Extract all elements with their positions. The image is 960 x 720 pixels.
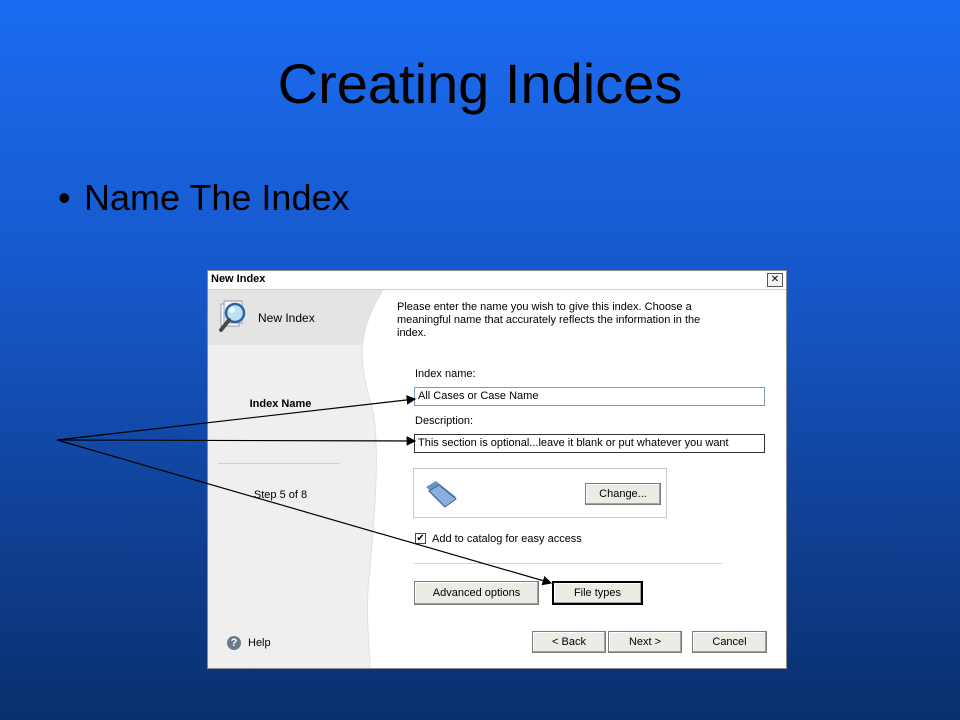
catalog-checkbox-label: Add to catalog for easy access: [432, 533, 582, 545]
bullet-item: • Name The Index: [58, 180, 349, 216]
options-divider: [414, 563, 722, 564]
new-index-dialog: New Index ✕ New Index Index Name Step 5 …: [207, 270, 787, 669]
catalog-checkbox[interactable]: ✔: [415, 533, 426, 544]
dialog-title: New Index: [211, 273, 266, 285]
file-types-button[interactable]: File types: [552, 581, 643, 605]
bullet-dot: •: [58, 177, 71, 218]
index-icon-frame: Change...: [413, 468, 667, 518]
cancel-button[interactable]: Cancel: [692, 631, 767, 653]
next-button[interactable]: Next >: [608, 631, 682, 653]
advanced-options-button[interactable]: Advanced options: [414, 581, 539, 605]
index-name-label: Index name:: [415, 368, 476, 380]
description-input[interactable]: This section is optional...leave it blan…: [414, 434, 765, 453]
folder-icon: [426, 481, 457, 508]
slide-title: Creating Indices: [277, 52, 683, 115]
intro-text: Please enter the name you wish to give t…: [397, 301, 701, 339]
back-button[interactable]: < Back: [532, 631, 606, 653]
dialog-titlebar[interactable]: New Index ✕: [208, 271, 786, 290]
bullet-text: Name The Index: [84, 177, 350, 218]
index-name-input[interactable]: All Cases or Case Name: [414, 387, 765, 406]
change-icon-button[interactable]: Change...: [585, 483, 661, 505]
close-icon[interactable]: ✕: [767, 273, 783, 287]
description-label: Description:: [415, 415, 474, 427]
panel-curve: [361, 290, 384, 668]
